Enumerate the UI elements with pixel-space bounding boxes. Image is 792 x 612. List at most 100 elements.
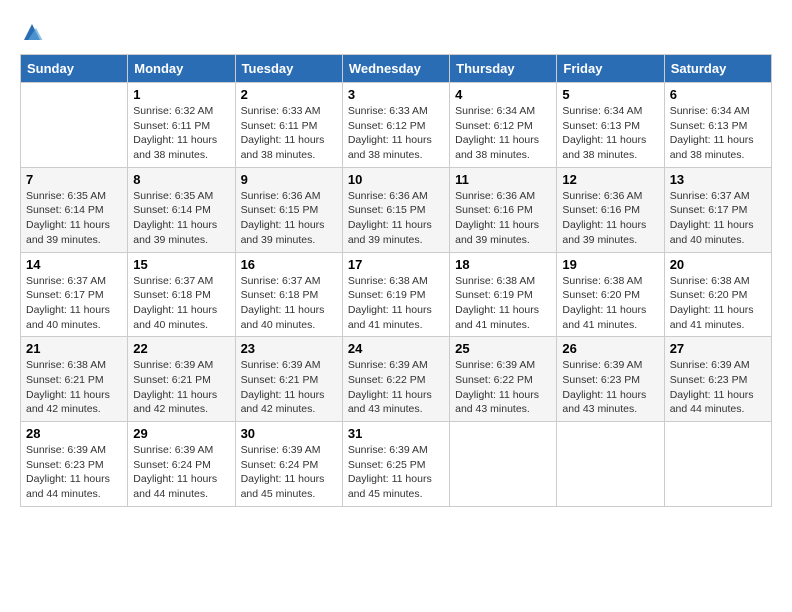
calendar-cell: 4 Sunrise: 6:34 AMSunset: 6:12 PMDaylight… <box>450 83 557 168</box>
day-header-thursday: Thursday <box>450 55 557 83</box>
day-number: 10 <box>348 172 444 187</box>
day-number: 6 <box>670 87 766 102</box>
day-info: Sunrise: 6:39 AMSunset: 6:25 PMDaylight:… <box>348 443 444 502</box>
calendar-cell: 8 Sunrise: 6:35 AMSunset: 6:14 PMDaylight… <box>128 167 235 252</box>
calendar-week-row: 14 Sunrise: 6:37 AMSunset: 6:17 PMDayligh… <box>21 252 772 337</box>
day-info: Sunrise: 6:38 AMSunset: 6:19 PMDaylight:… <box>348 274 444 333</box>
day-info: Sunrise: 6:39 AMSunset: 6:21 PMDaylight:… <box>241 358 337 417</box>
day-number: 25 <box>455 341 551 356</box>
calendar-week-row: 1 Sunrise: 6:32 AMSunset: 6:11 PMDaylight… <box>21 83 772 168</box>
day-info: Sunrise: 6:33 AMSunset: 6:11 PMDaylight:… <box>241 104 337 163</box>
calendar-cell: 2 Sunrise: 6:33 AMSunset: 6:11 PMDaylight… <box>235 83 342 168</box>
day-header-friday: Friday <box>557 55 664 83</box>
calendar-cell: 22 Sunrise: 6:39 AMSunset: 6:21 PMDayligh… <box>128 337 235 422</box>
calendar-cell: 29 Sunrise: 6:39 AMSunset: 6:24 PMDayligh… <box>128 422 235 507</box>
calendar-week-row: 21Sunrise: 6:38 AMSunset: 6:21 PMDayligh… <box>21 337 772 422</box>
calendar-cell: 6 Sunrise: 6:34 AMSunset: 6:13 PMDaylight… <box>664 83 771 168</box>
day-number: 2 <box>241 87 337 102</box>
day-number: 19 <box>562 257 658 272</box>
calendar-cell: 30 Sunrise: 6:39 AMSunset: 6:24 PMDayligh… <box>235 422 342 507</box>
day-info: Sunrise: 6:39 AMSunset: 6:24 PMDaylight:… <box>241 443 337 502</box>
logo-icon <box>20 20 44 44</box>
calendar-cell: 16Sunrise: 6:37 AMSunset: 6:18 PMDayligh… <box>235 252 342 337</box>
day-info: Sunrise: 6:34 AMSunset: 6:13 PMDaylight:… <box>670 104 766 163</box>
day-number: 24 <box>348 341 444 356</box>
day-info: Sunrise: 6:39 AMSunset: 6:22 PMDaylight:… <box>455 358 551 417</box>
day-header-monday: Monday <box>128 55 235 83</box>
day-number: 8 <box>133 172 229 187</box>
day-info: Sunrise: 6:37 AMSunset: 6:17 PMDaylight:… <box>26 274 122 333</box>
calendar-cell: 25 Sunrise: 6:39 AMSunset: 6:22 PMDayligh… <box>450 337 557 422</box>
day-number: 14 <box>26 257 122 272</box>
day-number: 15 <box>133 257 229 272</box>
day-number: 20 <box>670 257 766 272</box>
calendar-cell: 11 Sunrise: 6:36 AMSunset: 6:16 PMDayligh… <box>450 167 557 252</box>
day-number: 31 <box>348 426 444 441</box>
day-info: Sunrise: 6:36 AMSunset: 6:15 PMDaylight:… <box>348 189 444 248</box>
day-number: 7 <box>26 172 122 187</box>
day-number: 30 <box>241 426 337 441</box>
calendar-table: SundayMondayTuesdayWednesdayThursdayFrid… <box>20 54 772 507</box>
calendar-cell: 28Sunrise: 6:39 AMSunset: 6:23 PMDayligh… <box>21 422 128 507</box>
calendar-cell: 26Sunrise: 6:39 AMSunset: 6:23 PMDayligh… <box>557 337 664 422</box>
day-number: 23 <box>241 341 337 356</box>
calendar-cell: 27Sunrise: 6:39 AMSunset: 6:23 PMDayligh… <box>664 337 771 422</box>
day-number: 17 <box>348 257 444 272</box>
calendar-cell: 13 Sunrise: 6:37 AMSunset: 6:17 PMDayligh… <box>664 167 771 252</box>
day-number: 12 <box>562 172 658 187</box>
calendar-cell <box>557 422 664 507</box>
day-header-tuesday: Tuesday <box>235 55 342 83</box>
day-info: Sunrise: 6:34 AMSunset: 6:13 PMDaylight:… <box>562 104 658 163</box>
day-info: Sunrise: 6:37 AMSunset: 6:18 PMDaylight:… <box>241 274 337 333</box>
day-header-sunday: Sunday <box>21 55 128 83</box>
calendar-cell: 15 Sunrise: 6:37 AMSunset: 6:18 PMDayligh… <box>128 252 235 337</box>
day-header-saturday: Saturday <box>664 55 771 83</box>
day-info: Sunrise: 6:39 AMSunset: 6:21 PMDaylight:… <box>133 358 229 417</box>
day-number: 9 <box>241 172 337 187</box>
day-info: Sunrise: 6:36 AMSunset: 6:15 PMDaylight:… <box>241 189 337 248</box>
calendar-cell: 18 Sunrise: 6:38 AMSunset: 6:19 PMDayligh… <box>450 252 557 337</box>
calendar-cell: 7Sunrise: 6:35 AMSunset: 6:14 PMDaylight… <box>21 167 128 252</box>
day-info: Sunrise: 6:32 AMSunset: 6:11 PMDaylight:… <box>133 104 229 163</box>
day-info: Sunrise: 6:36 AMSunset: 6:16 PMDaylight:… <box>455 189 551 248</box>
calendar-week-row: 7 Sunrise: 6:35 AMSunset: 6:14 PMDaylight… <box>21 167 772 252</box>
calendar-cell: 20 Sunrise: 6:38 AMSunset: 6:20 PMDayligh… <box>664 252 771 337</box>
day-info: Sunrise: 6:39 AMSunset: 6:23 PMDaylight:… <box>670 358 766 417</box>
calendar-cell <box>450 422 557 507</box>
day-info: Sunrise: 6:39 AMSunset: 6:23 PMDaylight:… <box>562 358 658 417</box>
calendar-cell: 10 Sunrise: 6:36 AMSunset: 6:15 PMDayligh… <box>342 167 449 252</box>
day-info: Sunrise: 6:34 AMSunset: 6:12 PMDaylight:… <box>455 104 551 163</box>
calendar-cell: 31 Sunrise: 6:39 AMSunset: 6:25 PMDayligh… <box>342 422 449 507</box>
day-number: 3 <box>348 87 444 102</box>
day-number: 4 <box>455 87 551 102</box>
day-number: 13 <box>670 172 766 187</box>
day-number: 1 <box>133 87 229 102</box>
calendar-cell: 9 Sunrise: 6:36 AMSunset: 6:15 PMDaylight… <box>235 167 342 252</box>
logo <box>20 20 48 44</box>
day-info: Sunrise: 6:38 AMSunset: 6:19 PMDaylight:… <box>455 274 551 333</box>
day-info: Sunrise: 6:37 AMSunset: 6:18 PMDaylight:… <box>133 274 229 333</box>
day-number: 28 <box>26 426 122 441</box>
calendar-cell: 24 Sunrise: 6:39 AMSunset: 6:22 PMDayligh… <box>342 337 449 422</box>
day-info: Sunrise: 6:35 AMSunset: 6:14 PMDaylight:… <box>133 189 229 248</box>
day-info: Sunrise: 6:37 AMSunset: 6:17 PMDaylight:… <box>670 189 766 248</box>
calendar-cell: 12 Sunrise: 6:36 AMSunset: 6:16 PMDayligh… <box>557 167 664 252</box>
day-number: 29 <box>133 426 229 441</box>
day-info: Sunrise: 6:38 AMSunset: 6:20 PMDaylight:… <box>562 274 658 333</box>
day-info: Sunrise: 6:36 AMSunset: 6:16 PMDaylight:… <box>562 189 658 248</box>
calendar-cell: 1 Sunrise: 6:32 AMSunset: 6:11 PMDaylight… <box>128 83 235 168</box>
calendar-cell: 14 Sunrise: 6:37 AMSunset: 6:17 PMDayligh… <box>21 252 128 337</box>
calendar-cell: 19 Sunrise: 6:38 AMSunset: 6:20 PMDayligh… <box>557 252 664 337</box>
day-number: 11 <box>455 172 551 187</box>
day-info: Sunrise: 6:38 AMSunset: 6:20 PMDaylight:… <box>670 274 766 333</box>
calendar-cell: 17 Sunrise: 6:38 AMSunset: 6:19 PMDayligh… <box>342 252 449 337</box>
page-header <box>20 20 772 44</box>
calendar-cell: 3Sunrise: 6:33 AMSunset: 6:12 PMDaylight… <box>342 83 449 168</box>
day-number: 22 <box>133 341 229 356</box>
day-number: 18 <box>455 257 551 272</box>
day-header-wednesday: Wednesday <box>342 55 449 83</box>
day-info: Sunrise: 6:39 AMSunset: 6:24 PMDaylight:… <box>133 443 229 502</box>
calendar-cell: 5Sunrise: 6:34 AMSunset: 6:13 PMDaylight… <box>557 83 664 168</box>
calendar-cell: 23 Sunrise: 6:39 AMSunset: 6:21 PMDayligh… <box>235 337 342 422</box>
day-info: Sunrise: 6:39 AMSunset: 6:22 PMDaylight:… <box>348 358 444 417</box>
